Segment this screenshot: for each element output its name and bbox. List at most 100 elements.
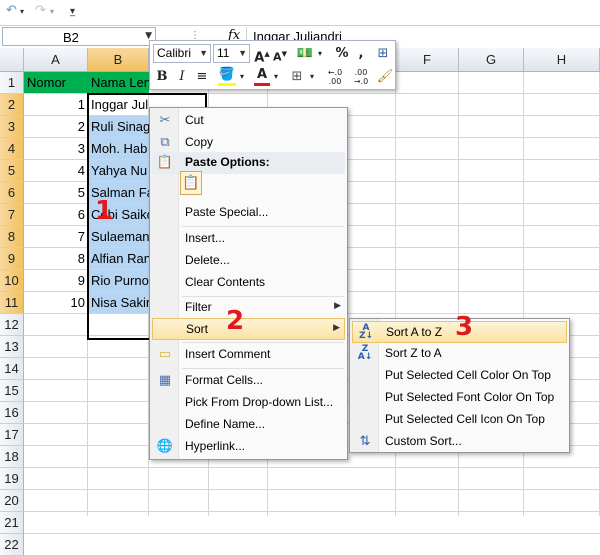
step-marker-1: 1 (95, 196, 114, 226)
redo-dropdown-icon[interactable]: ▾ (50, 7, 54, 25)
row-header[interactable]: 16 (0, 402, 24, 424)
italic-icon[interactable]: I (174, 67, 190, 87)
redo-icon[interactable]: ↷ (35, 3, 46, 21)
row-header[interactable]: 5 (0, 160, 24, 182)
menu-item-hyperlink[interactable]: 🌐 Hyperlink... (152, 436, 345, 458)
menu-item-clear-contents[interactable]: Clear Contents (152, 272, 345, 294)
row-header[interactable]: 18 (0, 446, 24, 468)
cell-b1[interactable]: Nama Len (88, 72, 149, 93)
cell-number[interactable]: 5 (24, 182, 88, 203)
cell-number[interactable]: 8 (24, 248, 88, 269)
step-marker-2: 2 (226, 306, 245, 336)
menu-item-sort-z-a[interactable]: Z A↓ Sort Z to A (352, 343, 567, 365)
row-header[interactable]: 22 (0, 534, 24, 556)
decrease-decimal-icon[interactable]: .00 →.0 (348, 68, 374, 88)
gridline (24, 511, 600, 512)
menu-item-insert-comment[interactable]: ▭ Insert Comment (152, 344, 345, 366)
column-header-a[interactable]: A (24, 48, 88, 72)
submenu-arrow-icon: ▶ (334, 301, 341, 311)
row-header[interactable]: 9 (0, 248, 24, 270)
chevron-down-icon[interactable]: ▾ (315, 44, 325, 64)
chevron-down-icon[interactable]: ▾ (237, 67, 247, 87)
merge-center-icon[interactable]: ⊞ (374, 44, 392, 64)
row-header[interactable]: 1 (0, 72, 24, 94)
cell-number[interactable]: 2 (24, 116, 88, 137)
align-center-icon[interactable]: ≡ (194, 67, 210, 87)
row-header[interactable]: 20 (0, 490, 24, 512)
clipboard-icon: 📋 (156, 155, 174, 170)
accounting-format-icon[interactable]: 💵 (296, 44, 314, 64)
font-color-icon[interactable]: A (254, 67, 270, 86)
gridline (24, 467, 600, 468)
font-size-field[interactable]: 11 ▼ (213, 44, 250, 63)
undo-dropdown-icon[interactable]: ▾ (20, 7, 24, 25)
row-header[interactable]: 17 (0, 424, 24, 446)
column-header-g[interactable]: G (459, 48, 524, 72)
column-header-b[interactable]: B (88, 48, 149, 72)
comma-style-icon[interactable]: , (354, 44, 368, 64)
menu-item-copy[interactable]: ⧉ Copy (152, 132, 345, 154)
menu-item-filter[interactable]: Filter ▶ (152, 297, 345, 319)
fill-color-icon[interactable]: 🪣 (218, 67, 236, 86)
menu-label: Filter (185, 300, 212, 314)
undo-icon[interactable]: ↶ (6, 3, 17, 21)
grow-font-icon[interactable]: A▲ (254, 44, 270, 65)
chevron-down-icon[interactable]: ▾ (307, 67, 317, 87)
cell-number[interactable]: 4 (24, 160, 88, 181)
row-header[interactable]: 19 (0, 468, 24, 490)
column-header-f[interactable]: F (396, 48, 459, 72)
chevron-down-icon[interactable]: ▼ (238, 45, 247, 62)
cell-number[interactable]: 10 (24, 292, 88, 313)
menu-item-insert[interactable]: Insert... (152, 228, 345, 250)
row-header[interactable]: 6 (0, 182, 24, 204)
format-painter-icon[interactable]: 🖌 (376, 67, 394, 87)
menu-item-cut[interactable]: ✂ Cut (152, 110, 345, 132)
customize-qat-icon[interactable]: ▾̲ (70, 6, 75, 24)
borders-icon[interactable]: ⊞ (288, 67, 306, 87)
row-header[interactable]: 10 (0, 270, 24, 292)
copy-icon: ⧉ (160, 135, 170, 150)
name-box[interactable]: B2 ▼ (2, 27, 156, 46)
cell-number[interactable]: 3 (24, 138, 88, 159)
shrink-font-icon[interactable]: A▼ (272, 44, 288, 64)
row-header[interactable]: 3 (0, 116, 24, 138)
bold-icon[interactable]: B (154, 67, 170, 87)
cell-a1[interactable]: Nomor (24, 72, 88, 93)
row-header[interactable]: 4 (0, 138, 24, 160)
menu-item-paste-special[interactable]: Paste Special... (152, 202, 345, 224)
menu-item-cell-color-top[interactable]: Put Selected Cell Color On Top (352, 365, 567, 387)
chevron-down-icon[interactable]: ▾ (271, 67, 281, 87)
row-header[interactable]: 8 (0, 226, 24, 248)
menu-item-delete[interactable]: Delete... (152, 250, 345, 272)
font-name-field[interactable]: Calibri ▼ (153, 44, 211, 63)
menu-item-custom-sort[interactable]: ⇅ Custom Sort... (352, 431, 567, 453)
column-header-h[interactable]: H (524, 48, 600, 72)
menu-label: Put Selected Cell Color On Top (385, 368, 551, 382)
menu-item-pick-from-list[interactable]: Pick From Drop-down List... (152, 392, 345, 414)
menu-label: Paste Special... (185, 205, 269, 219)
row-header[interactable]: 13 (0, 336, 24, 358)
cell-number[interactable]: 1 (24, 94, 88, 115)
row-header[interactable]: 12 (0, 314, 24, 336)
row-header[interactable]: 15 (0, 380, 24, 402)
increase-decimal-icon[interactable]: ←.0.00 (322, 68, 348, 88)
menu-item-format-cells[interactable]: ▦ Format Cells... (152, 370, 345, 392)
cell-number[interactable]: 6 (24, 204, 88, 225)
row-header[interactable]: 7 (0, 204, 24, 226)
select-all-corner[interactable] (0, 48, 24, 72)
font-size-value: 11 (217, 46, 230, 60)
menu-item-define-name[interactable]: Define Name... (152, 414, 345, 436)
menu-item-sort[interactable]: Sort ▶ (152, 318, 345, 340)
cell-number[interactable]: 9 (24, 270, 88, 291)
chevron-down-icon[interactable]: ▼ (199, 45, 208, 62)
menu-item-font-color-top[interactable]: Put Selected Font Color On Top (352, 387, 567, 409)
row-header[interactable]: 21 (0, 512, 24, 534)
row-header[interactable]: 11 (0, 292, 24, 314)
cell-number[interactable]: 7 (24, 226, 88, 247)
menu-item-cell-icon-top[interactable]: Put Selected Cell Icon On Top (352, 409, 567, 431)
sort-a-z-icon: A Z↓ (358, 323, 374, 341)
row-header[interactable]: 14 (0, 358, 24, 380)
percent-style-icon[interactable]: % (334, 44, 350, 64)
row-header[interactable]: 2 (0, 94, 24, 116)
paste-option-icon[interactable]: 📋 (180, 171, 202, 195)
